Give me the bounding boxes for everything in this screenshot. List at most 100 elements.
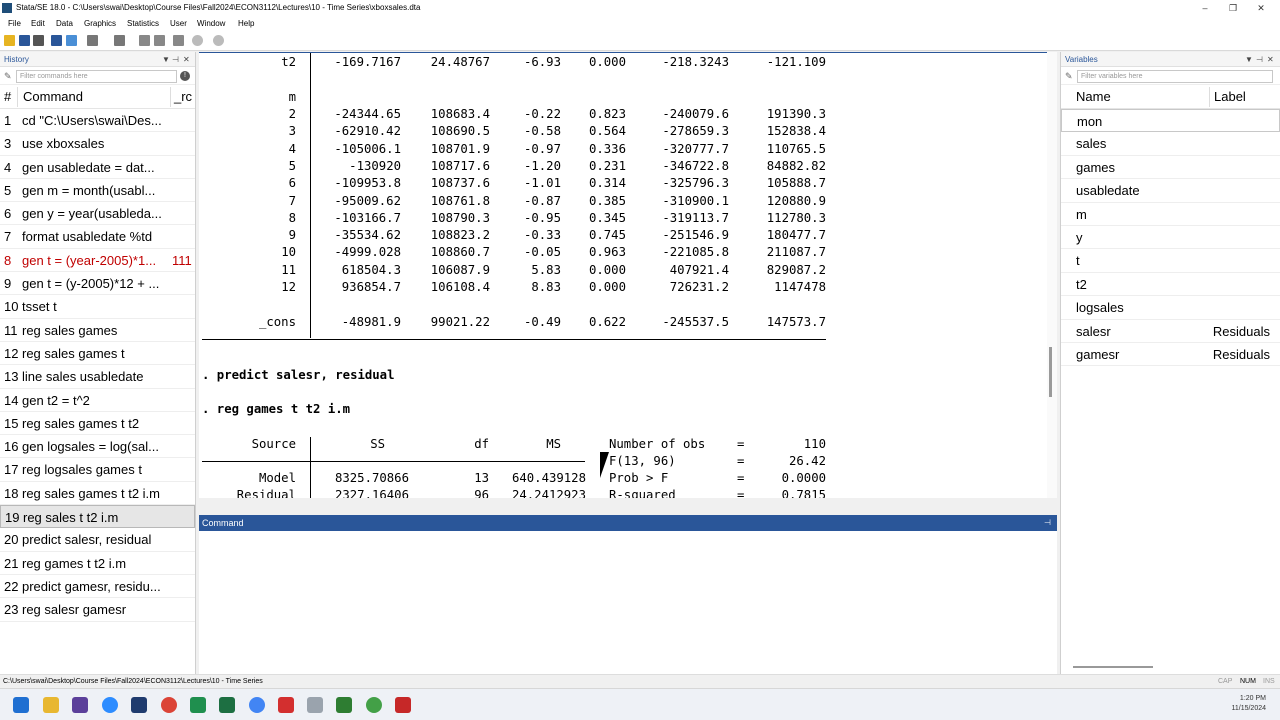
- viewer-icon[interactable]: [66, 35, 77, 46]
- variables-filter-toggle-icon[interactable]: ▼: [1245, 52, 1253, 67]
- variables-close-icon[interactable]: ✕: [1267, 52, 1274, 67]
- app-icon-1[interactable]: [72, 697, 88, 713]
- menu-data[interactable]: Data: [56, 16, 73, 31]
- history-item[interactable]: 22 predict gamesr, residu...: [0, 575, 195, 599]
- results-window[interactable]: t2 -169.7167 24.48767 -6.93 0.000 -218.3243 -1…: [199, 52, 1057, 498]
- history-item[interactable]: 3 use xboxsales: [0, 132, 195, 156]
- variable-row[interactable]: sales: [1061, 132, 1280, 156]
- more-icon[interactable]: [192, 35, 203, 46]
- menu-graphics[interactable]: Graphics: [84, 16, 116, 31]
- pin-icon[interactable]: ⊣: [172, 52, 179, 67]
- coef-cell-t: -0.33: [523, 228, 561, 243]
- history-item[interactable]: 19 reg sales t t2 i.m: [0, 505, 195, 529]
- windows-start-icon[interactable]: [13, 697, 29, 713]
- variable-row[interactable]: gamesr Residuals: [1061, 343, 1280, 367]
- history-item[interactable]: 10 tsset t: [0, 295, 195, 319]
- info-icon[interactable]: !: [180, 71, 190, 81]
- wrench-icon[interactable]: ✎: [4, 71, 12, 82]
- app-icon-4[interactable]: [336, 697, 352, 713]
- history-item[interactable]: 15 reg sales games t t2: [0, 412, 195, 436]
- data-editor-icon[interactable]: [139, 35, 150, 46]
- restore-button[interactable]: ❐: [1218, 0, 1248, 16]
- history-item[interactable]: 17 reg logsales games t: [0, 458, 195, 482]
- taskbar-clock[interactable]: 1:20 PM 11/15/2024: [1231, 694, 1266, 714]
- filter-toggle-icon[interactable]: ▼: [162, 52, 170, 67]
- variable-row[interactable]: salesr Residuals: [1061, 320, 1280, 343]
- variables-col-name[interactable]: Name: [1076, 85, 1111, 109]
- results-scroll-thumb[interactable]: [1049, 347, 1052, 397]
- variable-row[interactable]: m: [1061, 203, 1280, 226]
- coef-cell-p: 0.564: [588, 124, 626, 139]
- menu-statistics[interactable]: Statistics: [127, 16, 159, 31]
- history-col-command[interactable]: Command: [23, 85, 83, 109]
- history-item[interactable]: 1 cd "C:\Users\swai\Des...: [0, 109, 195, 133]
- menu-file[interactable]: File: [8, 16, 21, 31]
- variable-label: Residuals: [1212, 323, 1270, 339]
- command-pin-icon[interactable]: ⊣: [1044, 515, 1051, 531]
- calculator-icon[interactable]: [131, 697, 147, 713]
- minimize-button[interactable]: –: [1190, 0, 1220, 16]
- variable-name: y: [1076, 229, 1083, 245]
- history-item[interactable]: 11 reg sales games: [0, 319, 195, 342]
- history-item[interactable]: 20 predict salesr, residual: [0, 528, 195, 552]
- menu-help[interactable]: Help: [238, 16, 254, 31]
- menu-user[interactable]: User: [170, 16, 187, 31]
- variables-manager-icon[interactable]: [173, 35, 184, 46]
- excel-icon[interactable]: [219, 697, 235, 713]
- variables-col-label[interactable]: Label: [1214, 85, 1246, 109]
- acrobat-icon[interactable]: [278, 697, 294, 713]
- variable-row[interactable]: usabledate: [1061, 179, 1280, 203]
- history-item[interactable]: 13 line sales usabledate: [0, 365, 195, 389]
- history-item[interactable]: 6 gen y = year(usableda...: [0, 202, 195, 226]
- history-item[interactable]: 14 gen t2 = t^2: [0, 389, 195, 412]
- graph-icon[interactable]: [87, 35, 98, 46]
- variable-row[interactable]: t2: [1061, 273, 1280, 297]
- app-icon-3[interactable]: [307, 697, 323, 713]
- chrome-profile-icon[interactable]: [249, 697, 265, 713]
- history-item-num: 22: [4, 578, 19, 594]
- variable-row[interactable]: mon: [1061, 109, 1280, 133]
- log-icon[interactable]: [51, 35, 62, 46]
- history-filter-input[interactable]: Filter commands here: [16, 70, 177, 83]
- history-item[interactable]: 21 reg games t t2 i.m: [0, 552, 195, 575]
- history-item[interactable]: 12 reg sales games t: [0, 342, 195, 366]
- variable-row[interactable]: t: [1061, 249, 1280, 273]
- history-item[interactable]: 18 reg sales games t t2 i.m: [0, 482, 195, 506]
- history-item-num: 6: [4, 206, 12, 222]
- do-file-editor-icon[interactable]: [114, 35, 125, 46]
- close-button[interactable]: ✕: [1246, 0, 1276, 16]
- history-col-num[interactable]: #: [4, 85, 11, 109]
- break-icon[interactable]: [213, 35, 224, 46]
- variables-wrench-icon[interactable]: ✎: [1065, 71, 1073, 82]
- variables-pin-icon[interactable]: ⊣: [1256, 52, 1263, 67]
- variable-row[interactable]: y: [1061, 226, 1280, 250]
- variable-row[interactable]: games: [1061, 156, 1280, 180]
- results-scrollbar[interactable]: [1047, 52, 1057, 498]
- history-item[interactable]: 5 gen m = month(usabl...: [0, 179, 195, 203]
- history-item[interactable]: 7 format usabledate %td: [0, 225, 195, 249]
- menu-window[interactable]: Window: [197, 16, 225, 31]
- variables-filter-input[interactable]: Filter variables here: [1077, 70, 1273, 83]
- history-item[interactable]: 16 gen logsales = log(sal...: [0, 435, 195, 459]
- command-input[interactable]: [199, 531, 1057, 674]
- history-item[interactable]: 8 gen t = (year-2005)*1... 111: [0, 249, 195, 273]
- chrome-profile-2-icon[interactable]: [366, 697, 382, 713]
- print-icon[interactable]: [33, 35, 44, 46]
- variables-hscrollbar[interactable]: [1073, 666, 1153, 668]
- variable-row[interactable]: logsales: [1061, 296, 1280, 320]
- history-item[interactable]: 23 reg salesr gamesr: [0, 598, 195, 622]
- history-col-rc[interactable]: _rc: [174, 85, 192, 109]
- history-close-icon[interactable]: ✕: [183, 52, 190, 67]
- open-icon[interactable]: [4, 35, 15, 46]
- data-browser-icon[interactable]: [154, 35, 165, 46]
- app-icon-2[interactable]: [190, 697, 206, 713]
- coef-cell-coef: -105006.1: [334, 141, 401, 156]
- zoom-icon[interactable]: [102, 697, 118, 713]
- chrome-icon[interactable]: [161, 697, 177, 713]
- file-explorer-icon[interactable]: [43, 697, 59, 713]
- menu-edit[interactable]: Edit: [31, 16, 45, 31]
- history-item[interactable]: 9 gen t = (y-2005)*12 + ...: [0, 272, 195, 296]
- save-icon[interactable]: [19, 35, 30, 46]
- app-icon-5[interactable]: [395, 697, 411, 713]
- history-item[interactable]: 4 gen usabledate = dat...: [0, 156, 195, 179]
